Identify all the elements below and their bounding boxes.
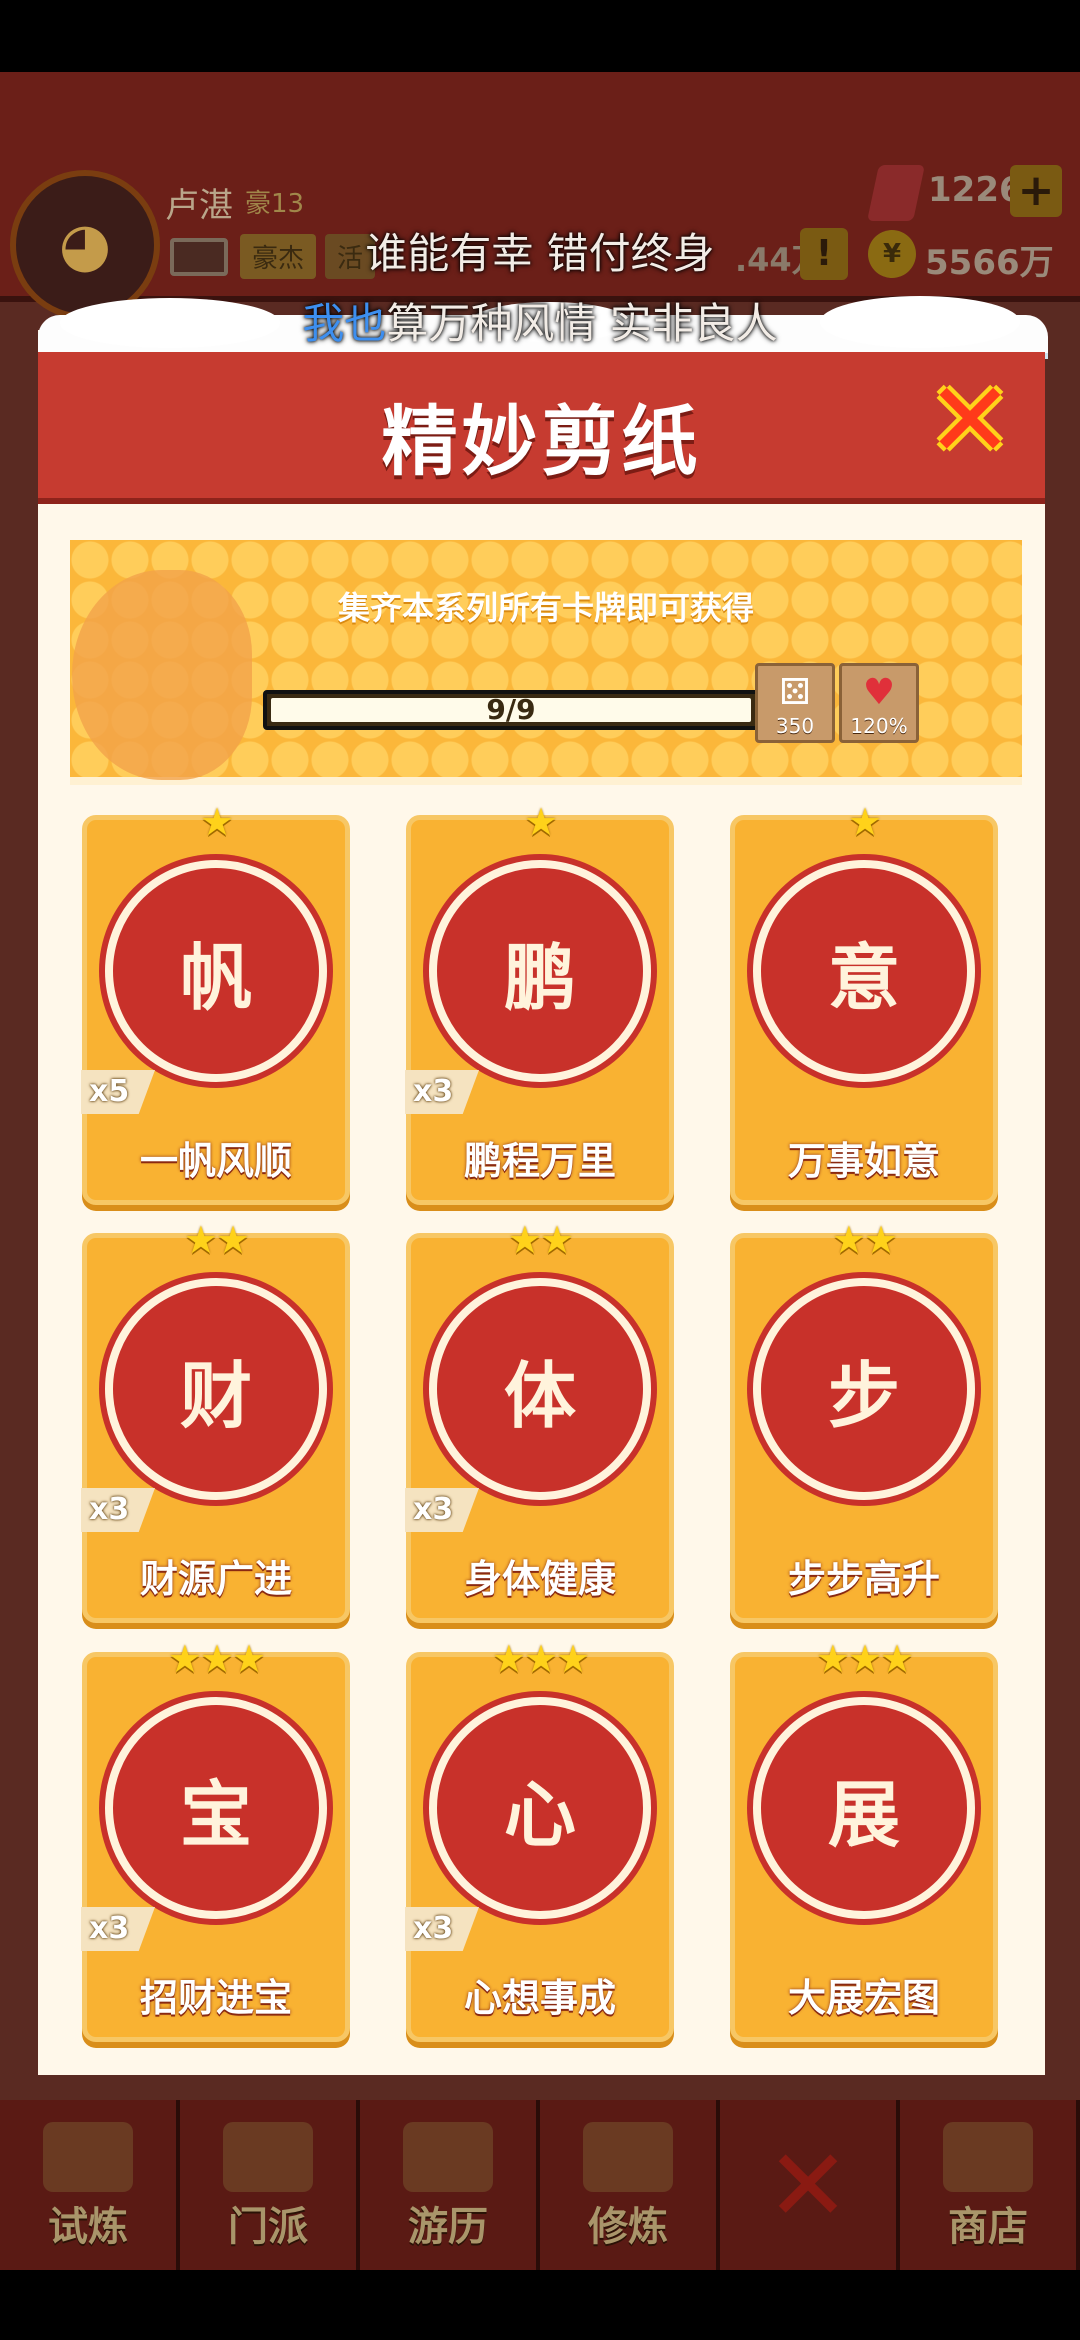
lyric-line-2: 我也算万种风情 实非良人 (0, 290, 1080, 351)
nav-travel[interactable]: 游历 (360, 2100, 540, 2270)
reward-value: 350 (775, 714, 815, 738)
papercut-art: 宝 (105, 1697, 327, 1919)
art-glyph: 财 (179, 1353, 252, 1438)
nav-trial[interactable]: 试炼 (0, 2100, 180, 2270)
art-glyph: 步 (827, 1353, 900, 1438)
card-name: 大展宏图 (787, 1976, 940, 2020)
card-name: 身体健康 (463, 1557, 616, 1601)
star-icon: ★★★ (167, 1637, 266, 1681)
gem-count: 1226 (928, 170, 1023, 210)
star-icon: ★ (847, 800, 882, 844)
lyric-line-1: 谁能有幸 错付终身 (365, 229, 715, 278)
add-gems-button[interactable]: + (1010, 165, 1062, 217)
star-icon: ★ (523, 800, 558, 844)
card-dazhanhongtu[interactable]: ★★★ 展 大展宏图 (730, 1637, 998, 2042)
card-bubugaosheng[interactable]: ★★ 步 步步高升 (730, 1218, 998, 1623)
nav-shop[interactable]: 商店 (900, 2100, 1080, 2270)
card-zhaocaijinbao[interactable]: ★★★ 宝 x3 招财进宝 (81, 1637, 350, 2042)
star-icon: ★★ (507, 1218, 574, 1262)
nav-close-button[interactable]: ✕ (720, 2100, 900, 2270)
lyric-highlight: 我也 (302, 299, 387, 348)
card-name: 招财进宝 (139, 1976, 292, 2020)
nav-label: 修炼 (588, 2204, 668, 2250)
system-nav-bar (0, 2270, 1080, 2340)
card-count: x3 (405, 1907, 479, 1951)
close-x-icon: ✕ (766, 2126, 850, 2244)
card-count: x3 (81, 1907, 155, 1951)
cultivate-icon (583, 2122, 673, 2192)
art-glyph: 体 (503, 1353, 576, 1438)
card-count: x3 (405, 1070, 479, 1114)
card-yifanfengshun[interactable]: ★ 帆 x5 一帆风顺 (81, 800, 350, 1205)
card-name: 心想事成 (463, 1976, 616, 2020)
papercut-art: 体 (429, 1278, 651, 1500)
nav-label: 门派 (228, 2204, 308, 2250)
papercut-art: 鹏 (429, 860, 651, 1082)
banner-text: 集齐本系列所有卡牌即可获得 (337, 589, 754, 627)
sect-icon (223, 2122, 313, 2192)
papercut-art: 财 (105, 1278, 327, 1500)
papercut-art: 步 (753, 1278, 975, 1500)
reward-heart[interactable]: ♥ 120% (839, 663, 919, 743)
card-caiyuanguangjin[interactable]: ★★ 财 x3 财源广进 (81, 1218, 350, 1623)
papercut-art: 心 (429, 1697, 651, 1919)
card-xinxiangshicheng[interactable]: ★★★ 心 x3 心想事成 (405, 1637, 674, 2042)
nav-sect[interactable]: 门派 (180, 2100, 360, 2270)
card-name: 一帆风顺 (139, 1139, 292, 1183)
card-pengchengwanli[interactable]: ★ 鹏 x3 鹏程万里 (405, 800, 674, 1205)
star-icon: ★★★ (815, 1637, 914, 1681)
trial-icon (43, 2122, 133, 2192)
card-name: 鹏程万里 (463, 1139, 616, 1183)
lyric-rest: 算万种风情 实非良人 (386, 299, 778, 348)
nav-label: 试炼 (48, 2204, 128, 2250)
papercut-art: 帆 (105, 860, 327, 1082)
status-bar (0, 0, 1080, 72)
card-count: x5 (81, 1070, 155, 1114)
art-glyph: 帆 (179, 935, 252, 1020)
art-glyph: 心 (503, 1772, 576, 1857)
nav-cultivate[interactable]: 修炼 (540, 2100, 720, 2270)
shop-icon (943, 2122, 1033, 2192)
art-glyph: 宝 (179, 1772, 252, 1857)
player-level: 豪13 (245, 189, 305, 219)
papercut-art: 展 (753, 1697, 975, 1919)
card-count: x3 (405, 1488, 479, 1532)
nav-label: 游历 (408, 2204, 488, 2250)
reward-dice[interactable]: ⚄ 350 (755, 663, 835, 743)
star-icon: ★★ (183, 1218, 250, 1262)
card-count: x3 (81, 1488, 155, 1532)
heart-icon: ♥ (862, 672, 896, 713)
art-glyph: 鹏 (503, 935, 576, 1020)
dice-icon: ⚄ (779, 672, 811, 713)
card-name: 财源广进 (139, 1557, 292, 1601)
papercut-art: 意 (753, 860, 975, 1082)
star-icon: ★ (199, 800, 234, 844)
close-x-icon: ✕ (926, 359, 1014, 481)
card-name: 步步高升 (787, 1557, 940, 1601)
dialog-title: 精妙剪纸 (381, 397, 702, 486)
card-name: 万事如意 (787, 1139, 940, 1183)
travel-icon (403, 2122, 493, 2192)
card-wanshiruyi[interactable]: ★ 意 万事如意 (730, 800, 998, 1205)
progress-label: 9/9 (486, 693, 536, 726)
card-shentijiankang[interactable]: ★★ 体 x3 身体健康 (405, 1218, 674, 1623)
art-glyph: 意 (827, 935, 900, 1020)
bottom-nav: 试炼 门派 游历 修炼 ✕ 商店 (0, 2100, 1080, 2270)
nav-label: 商店 (948, 2204, 1028, 2250)
star-icon: ★★ (831, 1218, 898, 1262)
art-glyph: 展 (827, 1772, 900, 1857)
star-icon: ★★★ (491, 1637, 590, 1681)
reward-value: 120% (850, 714, 908, 738)
close-button[interactable]: ✕ (925, 359, 1015, 481)
